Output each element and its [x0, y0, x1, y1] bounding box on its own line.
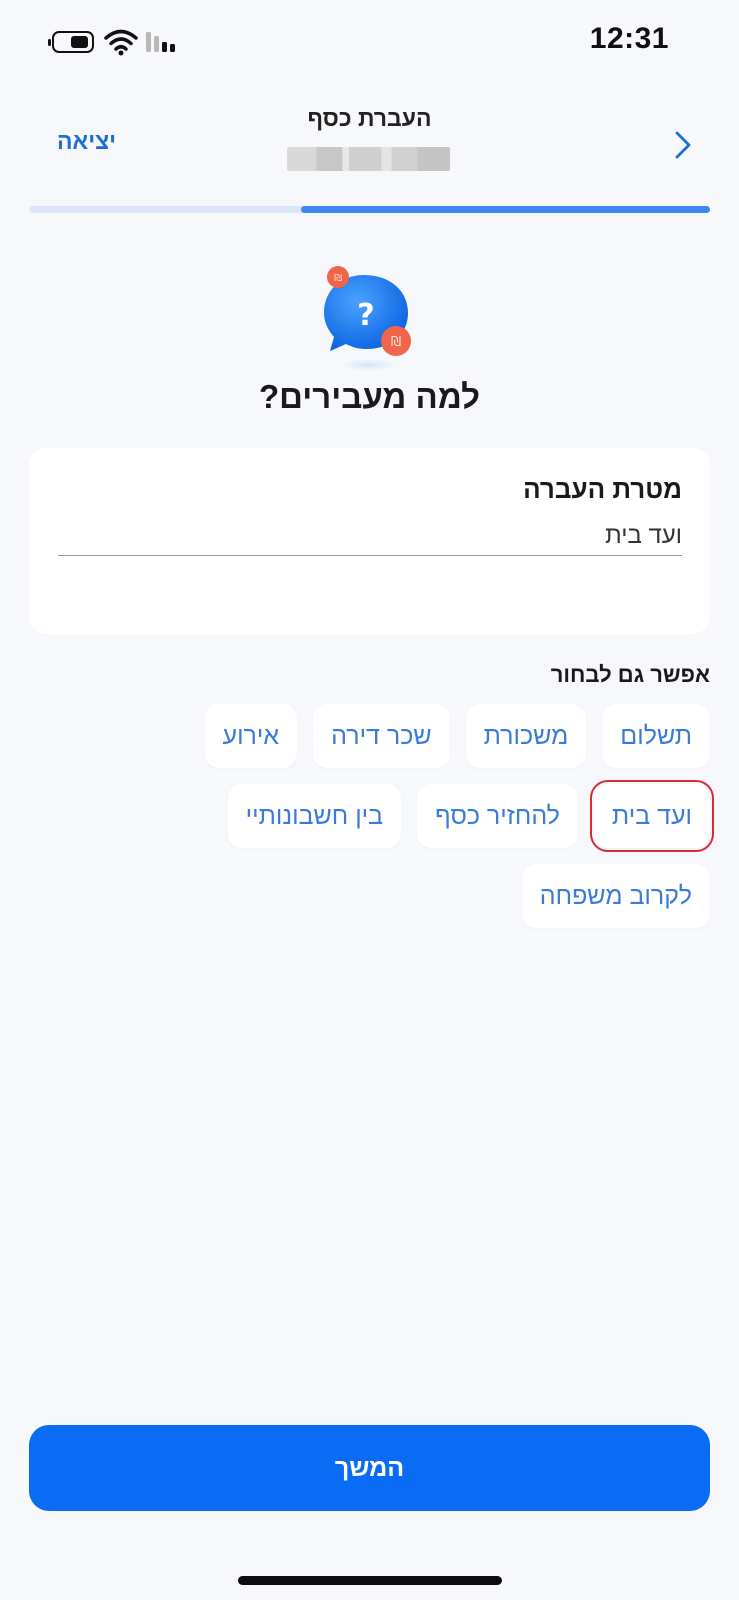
purpose-field-label: מטרת העברה: [523, 474, 682, 504]
status-time: 12:31: [589, 22, 669, 55]
chip-between-accounts[interactable]: בין חשבונותיי: [227, 784, 402, 848]
status-bar: 12:31: [0, 0, 739, 85]
chip-salary[interactable]: משכורת: [465, 704, 587, 768]
progress-bar: [29, 206, 710, 213]
chip-row: לקרוב משפחה: [29, 864, 710, 928]
wifi-icon: [104, 29, 138, 56]
svg-text:₪: ₪: [334, 273, 342, 284]
svg-text:?: ?: [357, 298, 374, 333]
exit-button[interactable]: יציאה: [57, 128, 116, 155]
chip-refund[interactable]: להחזיר כסף: [417, 784, 578, 848]
continue-button[interactable]: המשך: [29, 1425, 710, 1511]
suggestions-title: אפשר גם לבחור: [550, 662, 710, 687]
home-indicator: [238, 1576, 502, 1585]
chip-family-member[interactable]: לקרוב משפחה: [521, 864, 710, 928]
transfer-purpose-screen: 12:31 העברת כסף יציאה ? ₪ ₪ למה מעבירים?…: [0, 0, 739, 1600]
signal-icon: [146, 32, 175, 52]
header: העברת כסף יציאה: [0, 95, 739, 205]
svg-text:₪: ₪: [391, 335, 401, 350]
purpose-card: מטרת העברה: [29, 448, 710, 634]
battery-icon: [48, 31, 94, 53]
progress-fill: [301, 206, 710, 213]
chevron-right-icon[interactable]: [667, 127, 697, 163]
suggestion-chips: תשלום משכורת שכר דירה אירוע ועד בית להחז…: [29, 704, 715, 944]
question-chat-bubble-icon: ? ₪ ₪: [324, 266, 411, 373]
chip-row: תשלום משכורת שכר דירה אירוע: [29, 704, 710, 768]
chip-rent[interactable]: שכר דירה: [313, 704, 450, 768]
chip-event[interactable]: אירוע: [204, 704, 298, 768]
page-title: למה מעבירים?: [259, 378, 480, 415]
chip-row: ועד בית להחזיר כסף בין חשבונותיי: [29, 780, 715, 852]
blurred-account-name: [287, 147, 450, 171]
purpose-input[interactable]: [58, 516, 682, 556]
chip-payment[interactable]: תשלום: [602, 704, 710, 768]
chip-house-committee[interactable]: ועד בית: [589, 780, 715, 852]
